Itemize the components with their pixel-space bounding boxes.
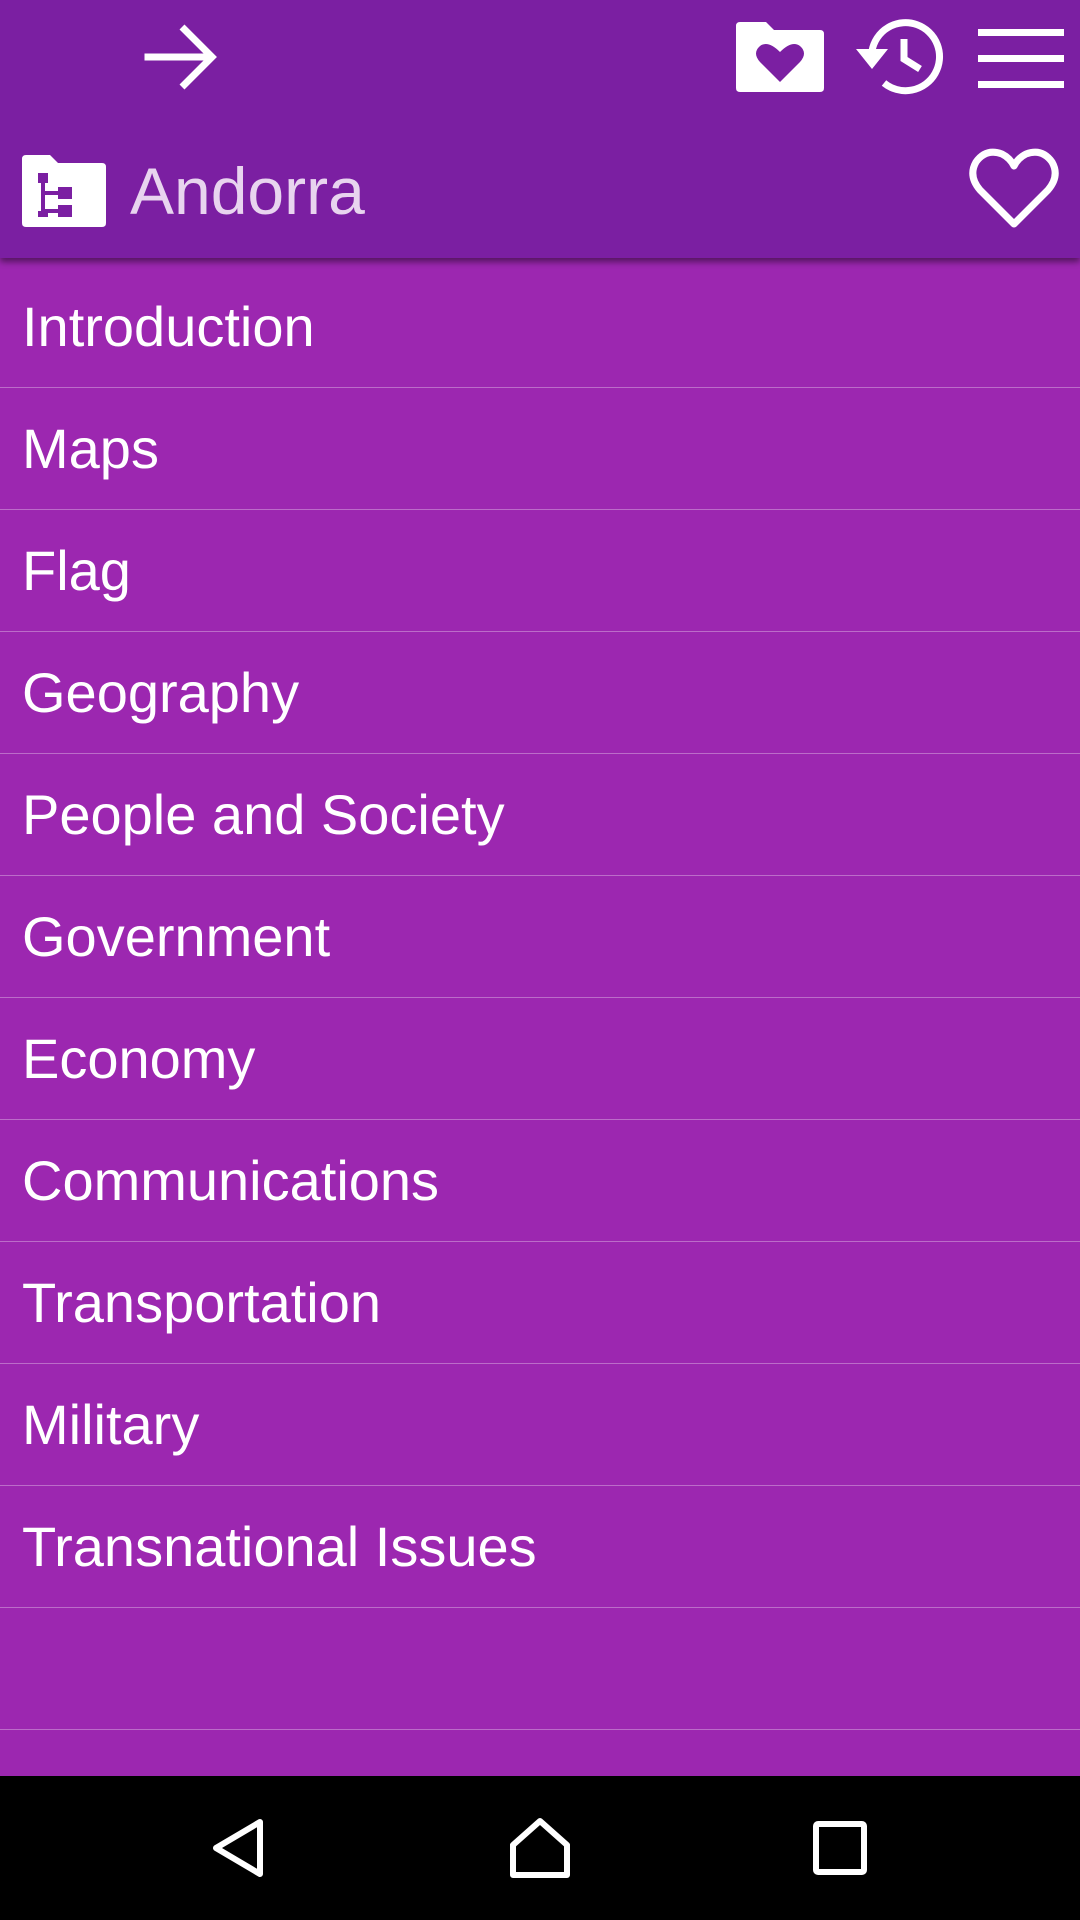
list-item-label: People and Society	[22, 783, 505, 846]
recent-apps-icon	[813, 1821, 867, 1875]
home-icon	[510, 1818, 570, 1878]
arrow-forward-icon	[144, 24, 217, 90]
list-item-empty[interactable]	[0, 1608, 1080, 1730]
history-icon	[856, 19, 944, 95]
list-item-transportation[interactable]: Transportation	[0, 1242, 1080, 1364]
list-item-introduction[interactable]: Introduction	[0, 266, 1080, 388]
history-button[interactable]	[848, 10, 948, 106]
list-item-label: Flag	[22, 539, 131, 602]
list-item-label: Economy	[22, 1027, 256, 1090]
list-item-label: Communications	[22, 1149, 440, 1212]
list-item-geography[interactable]: Geography	[0, 632, 1080, 754]
favorites-folder-button[interactable]	[728, 14, 832, 100]
list-item-people-and-society[interactable]: People and Society	[0, 754, 1080, 876]
list-item-communications[interactable]: Communications	[0, 1120, 1080, 1242]
list-item-label: Transportation	[22, 1271, 381, 1334]
list-item-flag[interactable]: Flag	[0, 510, 1080, 632]
recent-apps-button[interactable]	[790, 1798, 890, 1898]
heart-outline-icon	[969, 148, 1059, 228]
list-item-maps[interactable]: Maps	[0, 388, 1080, 510]
header-title-row: Andorra	[20, 146, 365, 236]
list-item-government[interactable]: Government	[0, 876, 1080, 998]
system-navigation-bar	[0, 1776, 1080, 1920]
sitemap-folder-icon	[22, 155, 106, 227]
list-item-label: Maps	[22, 417, 159, 480]
menu-button[interactable]	[972, 16, 1070, 100]
list-item-label: Military	[22, 1393, 200, 1456]
list-item-label: Government	[22, 905, 331, 968]
app-screen: Andorra Introduction Maps Flag Geography…	[0, 0, 1080, 1920]
favorites-folder-icon	[736, 22, 824, 92]
back-icon	[213, 1819, 263, 1877]
forward-button[interactable]	[130, 12, 230, 102]
list-item-label: Geography	[22, 661, 300, 724]
section-list: Introduction Maps Flag Geography People …	[0, 266, 1080, 1730]
app-bar: Andorra	[0, 0, 1080, 258]
back-button[interactable]	[190, 1798, 290, 1898]
home-button[interactable]	[490, 1798, 590, 1898]
add-favorite-button[interactable]	[960, 140, 1068, 236]
list-item-economy[interactable]: Economy	[0, 998, 1080, 1120]
list-item-transnational-issues[interactable]: Transnational Issues	[0, 1486, 1080, 1608]
list-item-military[interactable]: Military	[0, 1364, 1080, 1486]
page-title: Andorra	[130, 154, 365, 228]
menu-icon	[978, 29, 1064, 88]
list-item-label: Introduction	[22, 295, 315, 358]
list-item-label: Transnational Issues	[22, 1515, 537, 1578]
